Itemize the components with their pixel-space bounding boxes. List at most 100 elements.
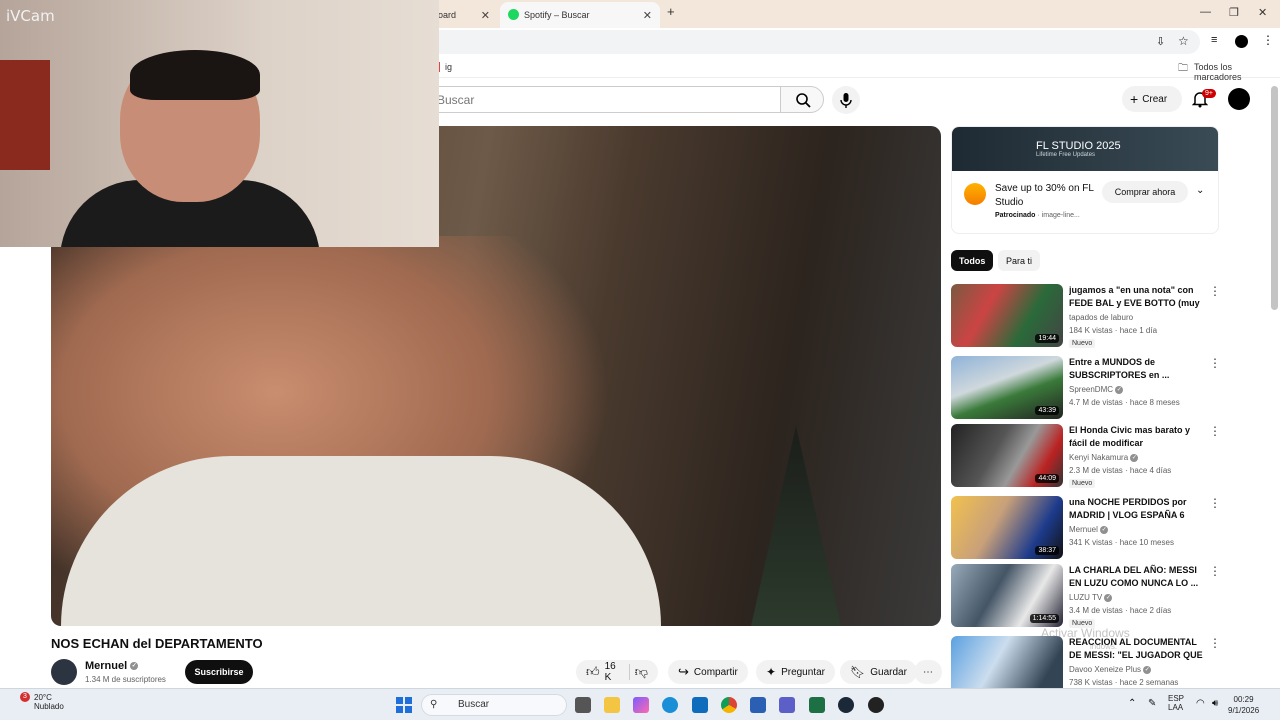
minimize-icon[interactable]: — <box>1200 6 1211 18</box>
recommendation-item[interactable]: 1:14:55 LA CHARLA DEL AÑO: MESSI EN LUZU… <box>951 564 1221 628</box>
steam-icon[interactable] <box>838 697 854 713</box>
volume-icon[interactable]: 🔊︎ <box>1212 698 1218 709</box>
more-options-icon[interactable]: ⋮ <box>1209 424 1221 438</box>
file-explorer-icon[interactable] <box>604 697 620 713</box>
system-clock[interactable]: 00:29 9/1/2026 <box>1228 694 1259 716</box>
more-options-icon[interactable]: ⋮ <box>1209 496 1221 510</box>
all-bookmarks[interactable]: Todos los marcadores <box>1194 62 1280 82</box>
chip-all[interactable]: Todos <box>951 250 994 271</box>
rec-channel[interactable]: LUZU TV ✓ <box>1069 593 1113 602</box>
search-button[interactable] <box>780 86 824 113</box>
store-icon[interactable] <box>750 697 766 713</box>
account-avatar[interactable] <box>1228 88 1250 110</box>
excel-icon[interactable] <box>809 697 825 713</box>
close-icon[interactable]: ✕ <box>643 9 652 22</box>
new-tab-icon[interactable]: + <box>667 4 675 19</box>
create-button[interactable]: + Crear <box>1122 86 1182 112</box>
chrome-icon[interactable] <box>721 697 737 713</box>
rec-title[interactable]: El Honda Civic mas barato y fácil de mod… <box>1069 424 1205 450</box>
close-icon[interactable]: ✕ <box>481 9 490 22</box>
rec-channel[interactable]: tapados de laburo <box>1069 313 1133 322</box>
weather-desc: Nublado <box>34 702 64 711</box>
chip-for-you[interactable]: Para ti <box>998 250 1041 271</box>
recommendation-item[interactable]: 44:09 El Honda Civic mas barato y fácil … <box>951 424 1221 488</box>
tab-spotify[interactable]: Spotify – Buscar ✕ <box>500 2 660 28</box>
chevron-down-icon[interactable]: ⌄ <box>1196 185 1204 196</box>
webcam-shelf <box>0 60 50 170</box>
edge-icon[interactable] <box>662 697 678 713</box>
video-frame-shirt <box>61 456 661 626</box>
webcam-label: iVCam <box>6 7 55 25</box>
input-language[interactable]: ESP LAA <box>1168 694 1184 712</box>
weather-widget[interactable]: 3 20°C Nublado <box>12 692 64 711</box>
windows-start-icon[interactable] <box>396 697 412 713</box>
voice-search-button[interactable] <box>832 86 860 114</box>
rec-channel[interactable]: Kenyi Nakamura ✓ <box>1069 453 1139 462</box>
more-options-icon[interactable]: ⋮ <box>1209 284 1221 298</box>
rec-title[interactable]: jugamos a "en una nota" con FEDE BAL y E… <box>1069 284 1205 310</box>
sponsored-ad[interactable]: FL STUDIO 2025 Lifetime Free Updates Sav… <box>951 126 1219 234</box>
rec-channel[interactable]: Mernuel ✓ <box>1069 525 1109 534</box>
recommendation-item[interactable]: 38:37 una NOCHE PERDIDOS por MADRID | VL… <box>951 496 1221 560</box>
install-icon[interactable]: ⇩ <box>1156 35 1165 48</box>
omnibox[interactable] <box>430 30 1200 54</box>
more-actions-button[interactable]: ⋯ <box>914 660 942 684</box>
profile-avatar[interactable] <box>1235 35 1248 48</box>
ask-button[interactable]: ✦ Preguntar <box>756 660 835 684</box>
rec-title[interactable]: LA CHARLA DEL AÑO: MESSI EN LUZU COMO NU… <box>1069 564 1205 590</box>
outlook-icon[interactable] <box>692 697 708 713</box>
tray-chevron-icon[interactable]: ⌃ <box>1128 698 1136 709</box>
network-icon[interactable]: ◠ <box>1196 698 1205 709</box>
media-icon[interactable]: ≡ <box>1211 34 1217 46</box>
more-options-icon[interactable]: ⋮ <box>1209 636 1221 650</box>
restore-icon[interactable]: ❐ <box>1229 6 1239 19</box>
more-options-icon[interactable]: ⋮ <box>1209 356 1221 370</box>
menu-icon[interactable]: ⋮ <box>1262 33 1274 47</box>
recommendation-item[interactable]: 19:44 jugamos a "en una nota" con FEDE B… <box>951 284 1221 348</box>
pen-icon[interactable]: ✎ <box>1148 698 1156 709</box>
rec-views: 738 K vistas <box>1069 678 1113 687</box>
channel-avatar[interactable] <box>51 659 77 685</box>
search-input[interactable]: Buscar <box>418 86 780 113</box>
rec-title[interactable]: Entre a MUNDOS de SUBSCRIPTORES en ... <box>1069 356 1205 382</box>
weather-badge: 3 <box>20 692 30 702</box>
thumbs-down-icon[interactable]: 👎︎ <box>635 664 648 680</box>
recommendation-item[interactable]: 43:39 Entre a MUNDOS de SUBSCRIPTORES en… <box>951 356 1221 420</box>
video-thumbnail[interactable]: 38:37 <box>951 496 1063 559</box>
more-options-icon[interactable]: ⋮ <box>1209 564 1221 578</box>
taskbar: 3 20°C Nublado ⚲ Buscar ⌃ ✎ ESP LAA ◠ 🔊︎… <box>0 688 1280 720</box>
like-dislike-group: 👍︎ 16 K 👎︎ <box>576 660 658 684</box>
rec-meta: 3.4 M de vistas · hace 2 días <box>1069 606 1172 615</box>
like-count[interactable]: 16 K <box>605 661 620 683</box>
save-button[interactable]: 🔖︎ Guardar <box>840 660 917 684</box>
video-thumbnail[interactable]: 44:09 <box>951 424 1063 487</box>
subscribe-button[interactable]: Suscribirse <box>185 660 253 684</box>
taskbar-search[interactable]: ⚲ Buscar <box>421 694 567 716</box>
copilot-icon[interactable] <box>633 697 649 713</box>
ad-cta-button[interactable]: Comprar ahora <box>1102 181 1188 203</box>
activate-windows-watermark: Activar Windows <box>1041 626 1130 640</box>
video-thumbnail[interactable] <box>951 636 1063 688</box>
thumbs-up-icon[interactable]: 👍︎ <box>586 664 600 680</box>
rec-title[interactable]: una NOCHE PERDIDOS por MADRID | VLOG ESP… <box>1069 496 1205 522</box>
share-button[interactable]: ↪ Compartir <box>668 660 748 684</box>
page-scrollbar[interactable] <box>1271 86 1278 310</box>
video-thumbnail[interactable]: 19:44 <box>951 284 1063 347</box>
window-close-icon[interactable]: ✕ <box>1258 6 1267 19</box>
duration-badge: 1:14:55 <box>1029 614 1059 623</box>
tab-board[interactable]: oard ✕ <box>430 2 498 28</box>
teams-icon[interactable] <box>779 697 795 713</box>
app-icon[interactable] <box>868 697 884 713</box>
recommendation-item[interactable]: REACCION AL DOCUMENTAL DE MESSI: "EL JUG… <box>951 636 1221 688</box>
ad-banner[interactable]: FL STUDIO 2025 Lifetime Free Updates <box>952 127 1218 171</box>
video-thumbnail[interactable]: 43:39 <box>951 356 1063 419</box>
verified-icon: ✓ <box>1100 525 1109 534</box>
bookmark-item[interactable]: ig <box>445 62 452 72</box>
rec-age: hace 8 meses <box>1129 398 1180 407</box>
rec-channel[interactable]: SpreenDMC ✓ <box>1069 385 1124 394</box>
rec-channel[interactable]: Davoo Xeneize Plus ✓ <box>1069 665 1152 674</box>
task-view-icon[interactable] <box>575 697 591 713</box>
star-icon[interactable]: ☆ <box>1178 34 1189 48</box>
video-thumbnail[interactable]: 1:14:55 <box>951 564 1063 627</box>
channel-name[interactable]: Mernuel ✓ <box>85 660 139 672</box>
